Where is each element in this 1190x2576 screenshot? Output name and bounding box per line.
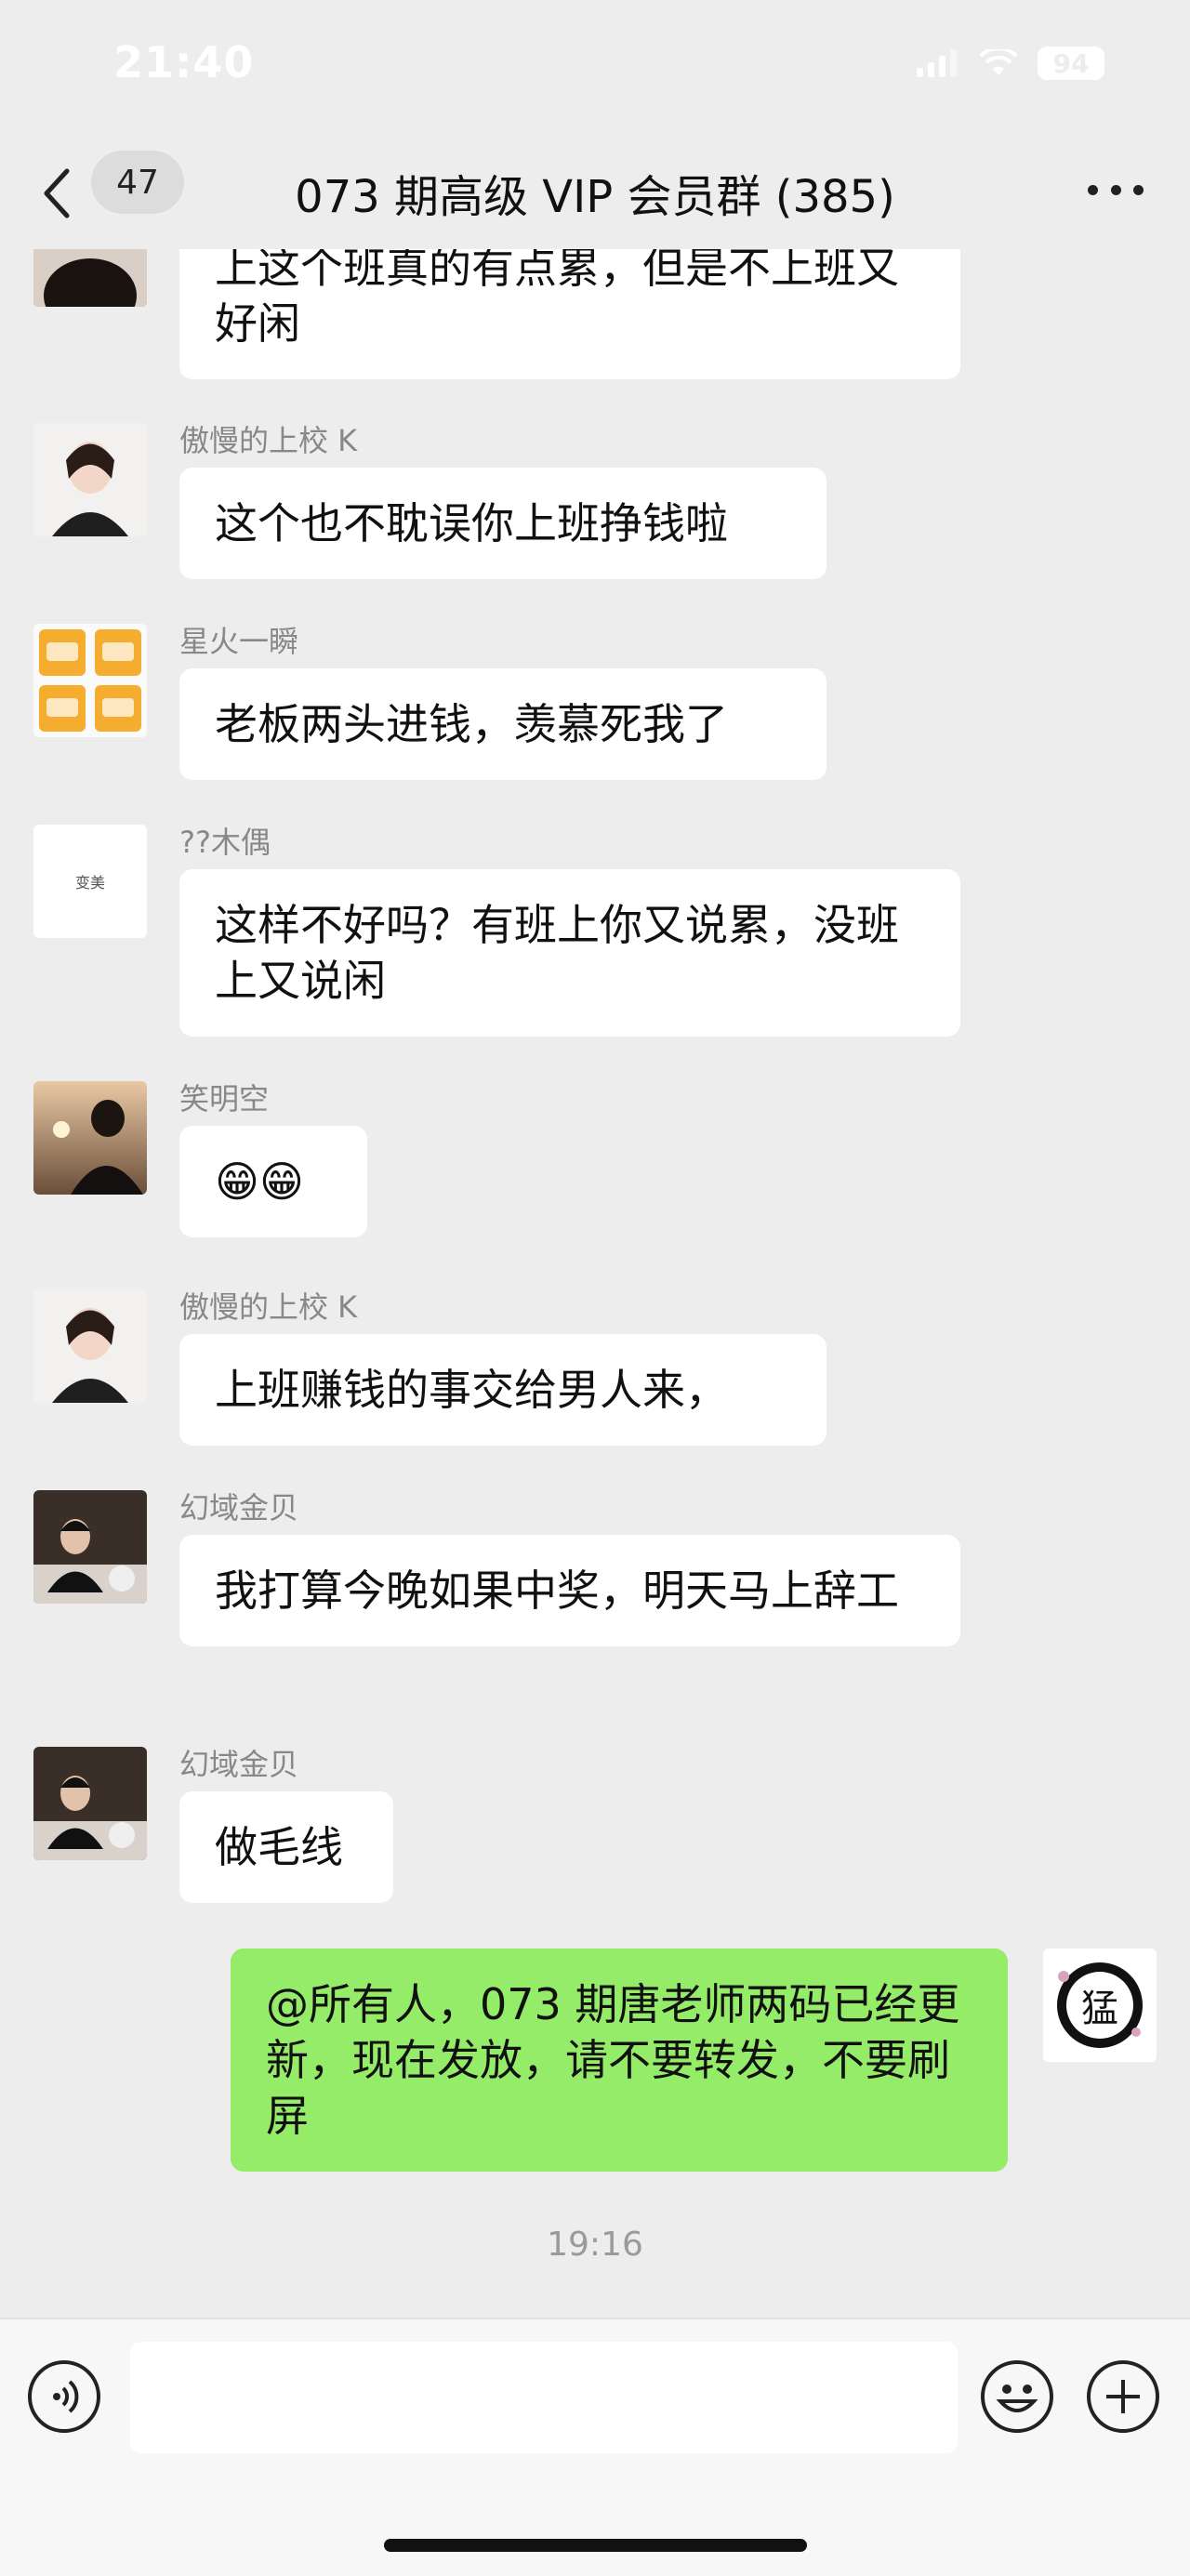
sender-name: 幻域金贝: [179, 1490, 299, 1526]
self-message-bubble[interactable]: @所有人，073 期唐老师两码已经更新，现在发放，请不要转发，不要刷屏: [231, 1949, 1008, 2172]
sender-name: 傲慢的上校 K: [179, 423, 358, 458]
plus-icon: [1106, 2380, 1140, 2413]
sender-name: ??木偶: [179, 825, 271, 860]
avatar[interactable]: [33, 1490, 147, 1604]
avatar[interactable]: [33, 624, 147, 737]
message-timestamp: 19:16: [547, 2226, 643, 2264]
chat-title: 073 期高级 VIP 会员群 (385): [295, 171, 895, 223]
message-bubble[interactable]: 我打算今晚如果中奖，明天马上辞工: [179, 1535, 960, 1646]
more-options-icon[interactable]: [1088, 171, 1144, 208]
sender-name: 星火一瞬: [179, 624, 299, 659]
avatar[interactable]: [33, 1289, 147, 1403]
status-bar: 21:40 94: [0, 0, 1190, 139]
avatar-label: 变美: [74, 874, 105, 892]
sender-name: 幻域金贝: [179, 1747, 299, 1782]
message-bubble[interactable]: 做毛线: [179, 1791, 393, 1903]
sender-name: 傲慢的上校 K: [179, 1289, 358, 1325]
signal-icon: [917, 49, 957, 77]
status-time: 21:40: [113, 37, 255, 87]
message-bubble[interactable]: 这样不好吗？有班上你又说累，没班上又说闲: [179, 869, 960, 1037]
input-bar: [0, 2318, 1190, 2576]
grin-emoji-icon: 😁😁: [215, 1156, 304, 1207]
home-indicator: [384, 2539, 807, 2552]
sender-name: 笑明空: [179, 1081, 270, 1116]
avatar[interactable]: [33, 423, 147, 536]
message-bubble[interactable]: 老板两头进钱，羡慕死我了: [179, 668, 826, 780]
message-bubble[interactable]: 这个也不耽误你上班挣钱啦: [179, 468, 826, 579]
status-icons: 94: [917, 46, 1104, 80]
chat-header: 47 073 期高级 VIP 会员群 (385): [0, 139, 1190, 249]
add-more-button[interactable]: [1087, 2360, 1159, 2433]
avatar[interactable]: [33, 1081, 147, 1195]
voice-input-button[interactable]: [28, 2360, 100, 2433]
chat-area[interactable]: 上这个班真的有点累，但是不上班又好闲 傲慢的上校 K 这个也不耽误你上班挣钱啦 …: [0, 249, 1190, 2318]
emoji-button[interactable]: [981, 2360, 1053, 2433]
self-avatar-char: 猛: [1081, 1988, 1118, 2030]
avatar[interactable]: 变美: [33, 825, 147, 938]
voice-icon: [53, 2380, 79, 2413]
avatar[interactable]: [33, 249, 147, 307]
self-avatar[interactable]: 猛: [1043, 1949, 1157, 2062]
message-input[interactable]: [130, 2342, 958, 2453]
avatar[interactable]: [33, 1747, 147, 1860]
wifi-icon: [980, 49, 1017, 75]
smiley-icon: [996, 2384, 1038, 2412]
battery-indicator: 94: [1038, 46, 1104, 80]
message-bubble[interactable]: 😁😁: [179, 1126, 367, 1237]
message-bubble[interactable]: 上班赚钱的事交给男人来，: [179, 1334, 826, 1446]
message-bubble[interactable]: 上这个班真的有点累，但是不上班又好闲: [179, 249, 960, 379]
